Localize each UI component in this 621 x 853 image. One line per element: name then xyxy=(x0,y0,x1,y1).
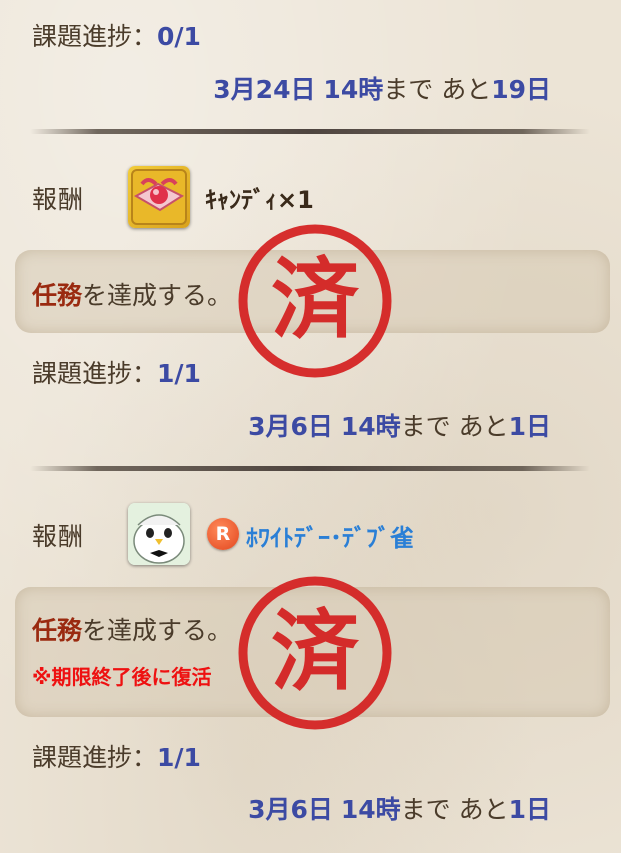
deadline-remaining: 1日 xyxy=(508,412,551,441)
progress-label-text: 課題進捗： xyxy=(32,743,158,772)
completed-stamp: 済 xyxy=(236,222,394,380)
progress-label: 課題進捗：0/1 xyxy=(32,17,201,53)
deadline-remaining-label: あと xyxy=(458,412,509,441)
section-divider xyxy=(30,466,590,471)
task-text: 任務を達成する。 xyxy=(32,611,232,647)
reward-name-link[interactable]: ﾎﾜｲﾄﾃﾞｰ･ﾃﾞﾌﾞ雀 xyxy=(246,518,414,553)
stamp-text: 済 xyxy=(271,248,360,351)
deadline-remaining-label: あと xyxy=(441,75,492,104)
task-rest: を達成する。 xyxy=(82,281,233,310)
deadline-date: 3月6日 xyxy=(248,795,333,824)
progress-label: 課題進捗：1/1 xyxy=(32,738,201,774)
progress-value: 0/1 xyxy=(157,22,201,51)
task-text: 任務を達成する。 xyxy=(32,276,232,312)
progress-label-text: 課題進捗： xyxy=(32,359,158,388)
progress-value: 1/1 xyxy=(157,743,201,772)
progress-label: 課題進捗：1/1 xyxy=(32,354,201,390)
reward-label: 報酬 xyxy=(32,185,85,214)
deadline-hour: 14時 xyxy=(340,795,401,824)
stamp-text: 済 xyxy=(271,600,360,703)
deadline-remaining: 19日 xyxy=(491,75,551,104)
deadline-until: まで xyxy=(383,75,434,104)
task-emphasis: 任務 xyxy=(32,616,83,645)
reward-name[interactable]: ｷｬﾝﾃﾞｨ×1 xyxy=(205,180,314,215)
progress-label-text: 課題進捗： xyxy=(32,22,158,51)
deadline: 3月6日 14時まで あと1日 xyxy=(248,790,551,826)
deadline: 3月24日 14時まで あと19日 xyxy=(213,70,551,106)
debu-sparrow-icon[interactable] xyxy=(128,503,190,565)
deadline-date: 3月6日 xyxy=(248,412,333,441)
rare-badge-icon: R xyxy=(207,518,239,550)
deadline-remaining-label: あと xyxy=(458,795,509,824)
revival-note: ※期限終了後に復活 xyxy=(32,665,212,689)
deadline-hour: 14時 xyxy=(323,75,384,104)
deadline: 3月6日 14時まで あと1日 xyxy=(248,407,551,443)
deadline-remaining: 1日 xyxy=(508,795,551,824)
progress-value: 1/1 xyxy=(157,359,201,388)
deadline-until: まで xyxy=(400,795,451,824)
reward-label: 報酬 xyxy=(32,522,85,551)
completed-stamp: 済 xyxy=(236,574,394,732)
deadline-hour: 14時 xyxy=(340,412,401,441)
task-rest: を達成する。 xyxy=(82,616,233,645)
section-divider xyxy=(30,129,590,134)
candy-icon[interactable] xyxy=(128,166,190,228)
deadline-date: 3月24日 xyxy=(213,75,316,104)
task-emphasis: 任務 xyxy=(32,281,83,310)
deadline-until: まで xyxy=(400,412,451,441)
